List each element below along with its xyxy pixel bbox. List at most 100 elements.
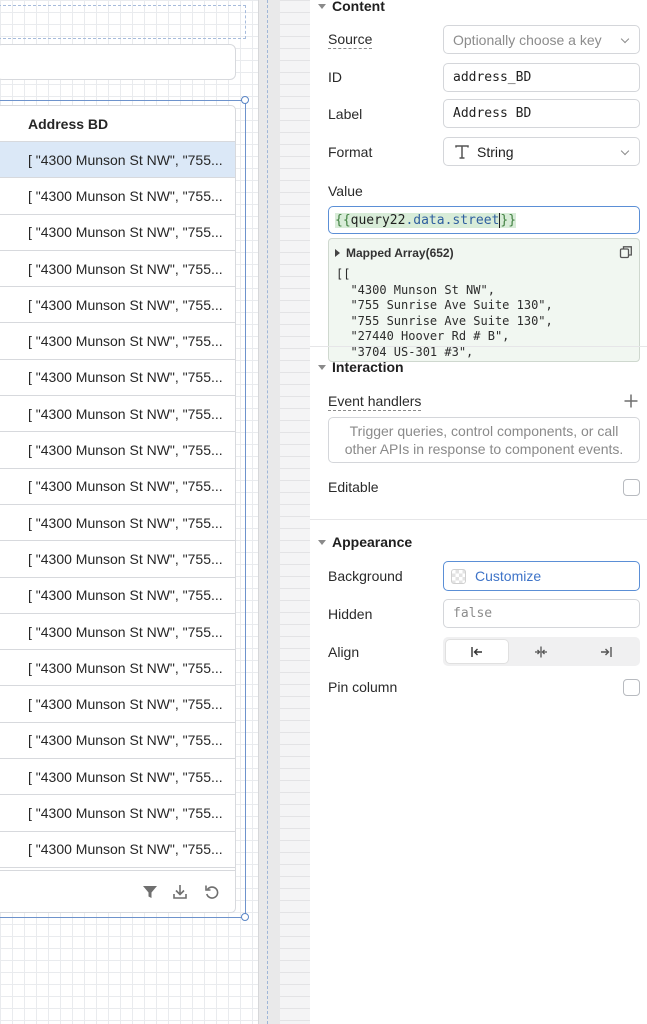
align-left-button[interactable] [446,640,508,663]
align-right-icon [601,646,612,657]
table-cell: [ "4300 Munson St NW", "755... [28,187,223,204]
table-cell: [ "4300 Munson St NW", "755... [28,623,223,640]
source-select[interactable]: Optionally choose a key [443,25,640,54]
label-label: Label [328,106,363,122]
text-type-icon [455,144,469,159]
label-value: Address BD [453,106,532,121]
inspector-panel: Content Source Optionally choose a key I… [310,0,647,1024]
table-cell: [ "4300 Munson St NW", "755... [28,260,223,277]
align-segmented-control [443,637,640,666]
preview-toggle[interactable]: Mapped Array(652) [335,246,454,260]
section-title: Interaction [332,359,404,375]
table-row[interactable]: [ "4300 Munson St NW", "755... [0,686,235,723]
event-handlers-placeholder: Trigger queries, control components, or … [344,423,624,457]
table-cell: [ "4300 Munson St NW", "755... [28,405,223,422]
table-row[interactable]: [ "4300 Munson St NW", "755... [0,251,235,288]
id-value: address_BD [453,70,532,85]
table-row[interactable]: [ "4300 Munson St NW", "755... [0,142,235,179]
resize-handle-top-right[interactable] [241,96,249,104]
table-cell: [ "4300 Munson St NW", "755... [28,296,223,313]
caret-right-icon [335,249,340,257]
column-header-address-bd[interactable]: Address BD [0,106,235,142]
section-divider [310,519,647,520]
section-appearance-toggle[interactable]: Appearance [318,534,412,550]
pin-column-checkbox[interactable] [623,679,640,696]
event-handlers-label: Event handlers [328,393,422,411]
format-label: Format [328,144,373,160]
table-row[interactable]: [ "4300 Munson St NW", "755... [0,432,235,469]
id-label: ID [328,69,342,85]
value-label: Value [328,183,363,199]
table-cell: [ "4300 Munson St NW", "755... [28,732,223,749]
table-cell: [ "4300 Munson St NW", "755... [28,587,223,604]
preview-line: "755 Sunrise Ave Suite 130", [336,313,553,328]
table-row[interactable]: [ "4300 Munson St NW", "755... [0,323,235,360]
table-row[interactable]: [ "4300 Munson St NW", "755... [0,759,235,796]
editable-label: Editable [328,479,379,495]
hidden-label: Hidden [328,606,373,622]
table-row[interactable]: [ "4300 Munson St NW", "755... [0,650,235,687]
table-row[interactable]: [ "4300 Munson St NW", "755... [0,215,235,251]
text-input-component[interactable] [0,44,236,80]
caret-down-icon [318,539,326,545]
table-toolbar [0,870,235,912]
refresh-icon[interactable] [203,883,221,901]
canvas-gutter [258,0,280,1024]
align-center-button[interactable] [510,640,572,663]
table-cell: [ "4300 Munson St NW", "755... [28,224,223,241]
table-cell: [ "4300 Munson St NW", "755... [28,768,223,785]
background-label: Background [328,568,403,584]
align-center-icon [535,646,547,657]
table-cell: [ "4300 Munson St NW", "755... [28,369,223,386]
editable-checkbox[interactable] [623,479,640,496]
table-row[interactable]: [ "4300 Munson St NW", "755... [0,832,235,868]
copy-icon[interactable] [619,245,633,259]
download-icon[interactable] [171,883,189,901]
event-handlers-empty-state[interactable]: Trigger queries, control components, or … [328,417,640,463]
background-customize-button[interactable]: Customize [443,561,640,591]
format-select[interactable]: String [443,137,640,166]
app-canvas[interactable]: Address BD [ "4300 Munson St NW", "755..… [0,0,258,1024]
table-cell: [ "4300 Munson St NW", "755... [28,550,223,567]
section-interaction-toggle[interactable]: Interaction [318,359,404,375]
preview-line: "27440 Hoover Rd # B", [336,329,510,343]
section-content-toggle[interactable]: Content [318,0,385,14]
add-event-handler-icon[interactable] [623,393,639,409]
value-preview: Mapped Array(652) [[ "4300 Munson St NW"… [328,238,640,362]
expr-close-brace: }} [500,212,517,228]
value-code-input[interactable]: {{query22 .data.street}} [328,206,640,234]
table-row[interactable]: [ "4300 Munson St NW", "755... [0,578,235,614]
table-cell: [ "4300 Munson St NW", "755... [28,841,223,858]
panel-divider[interactable] [280,0,310,1024]
id-input[interactable]: address_BD [443,63,640,92]
table-row[interactable]: [ "4300 Munson St NW", "755... [0,469,235,505]
container-outline [0,5,246,39]
table-row[interactable]: [ "4300 Munson St NW", "755... [0,287,235,324]
table-cell: [ "4300 Munson St NW", "755... [28,804,223,821]
table-cell: [ "4300 Munson St NW", "755... [28,696,223,713]
table-cell: [ "4300 Munson St NW", "755... [28,514,223,531]
align-right-button[interactable] [575,640,637,663]
table-row[interactable]: [ "4300 Munson St NW", "755... [0,723,235,760]
section-title: Content [332,0,385,14]
table-component[interactable]: Address BD [ "4300 Munson St NW", "755..… [0,105,236,913]
preview-line: "4300 Munson St NW", [336,282,495,297]
table-row[interactable]: [ "4300 Munson St NW", "755... [0,541,235,578]
table-row[interactable]: [ "4300 Munson St NW", "755... [0,505,235,542]
table-row[interactable]: [ "4300 Munson St NW", "755... [0,396,235,433]
table-row[interactable]: [ "4300 Munson St NW", "755... [0,614,235,651]
expr-identifier: query22 [350,212,406,228]
table-row[interactable]: [ "4300 Munson St NW", "755... [0,360,235,397]
table-row[interactable]: [ "4300 Munson St NW", "755... [0,795,235,832]
hidden-input[interactable]: false [443,599,640,628]
column-header-label: Address BD [28,115,109,132]
table-cell: [ "4300 Munson St NW", "755... [28,151,223,168]
pin-column-label: Pin column [328,679,398,695]
expr-open-brace: {{ [335,212,351,228]
chevron-down-icon [620,34,630,44]
table-row[interactable]: [ "4300 Munson St NW", "755... [0,178,235,215]
format-value: String [477,143,514,160]
resize-handle-bottom-right[interactable] [241,913,249,921]
label-input[interactable]: Address BD [443,99,640,128]
filter-icon[interactable] [141,883,159,901]
